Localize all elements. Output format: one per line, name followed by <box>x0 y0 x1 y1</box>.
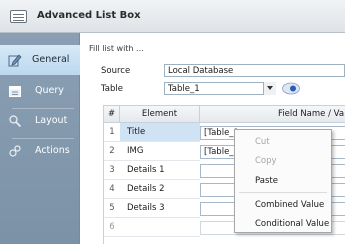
refresh-icon[interactable] <box>281 82 301 95</box>
column-header-element: Element <box>120 106 200 123</box>
row-element[interactable]: Title <box>120 123 200 142</box>
sidebar-item-label: Query <box>35 85 64 96</box>
menu-separator <box>239 192 327 193</box>
magnifier-icon <box>9 115 22 128</box>
source-label: Source <box>101 66 131 76</box>
row-element[interactable]: Details 3 <box>120 199 200 218</box>
chevron-down-icon[interactable] <box>263 82 276 95</box>
menu-item-copy[interactable]: Copy <box>255 156 277 166</box>
row-number: 5 <box>104 199 120 218</box>
row-number: 3 <box>104 161 120 180</box>
row-number: 4 <box>104 180 120 199</box>
sidebar: General Query Layout Actions <box>0 33 80 244</box>
row-element[interactable]: Details 1 <box>120 161 200 180</box>
source-field[interactable]: Local Database <box>164 64 345 77</box>
calendar-icon <box>9 86 21 97</box>
window-title: Advanced List Box <box>37 10 141 21</box>
sidebar-item-general[interactable]: General <box>0 45 80 75</box>
sidebar-item-label: Layout <box>35 115 68 126</box>
table-select[interactable]: Table_1 <box>164 82 276 95</box>
table-select-value: Table_1 <box>168 84 200 94</box>
context-menu: Cut Copy Paste Combined Value Conditiona… <box>234 129 332 233</box>
list-box-icon <box>10 10 27 23</box>
section-title: Fill list with ... <box>89 44 144 53</box>
menu-item-cut[interactable]: Cut <box>255 137 270 147</box>
sidebar-item-label: Actions <box>35 145 70 156</box>
menu-item-paste[interactable]: Paste <box>255 176 278 186</box>
pencil-icon <box>8 54 22 67</box>
sidebar-item-query[interactable]: Query <box>0 76 80 106</box>
sidebar-item-layout[interactable]: Layout <box>0 106 80 136</box>
row-number: 2 <box>104 142 120 161</box>
row-element[interactable]: IMG <box>120 142 200 161</box>
row-number: 1 <box>104 123 120 142</box>
title-bar: Advanced List Box <box>0 0 345 33</box>
menu-item-conditional-value[interactable]: Conditional Value <box>255 219 329 229</box>
gear-link-icon <box>9 145 21 157</box>
column-header-field: Field Name / Va <box>200 106 345 123</box>
table-label: Table <box>101 84 123 94</box>
row-number: 6 <box>104 218 120 237</box>
row-element[interactable] <box>120 218 200 237</box>
menu-item-combined-value[interactable]: Combined Value <box>255 200 324 210</box>
sidebar-item-actions[interactable]: Actions <box>0 136 80 166</box>
column-header-num: # <box>104 106 120 123</box>
sidebar-item-label: General <box>32 54 70 65</box>
row-element[interactable]: Details 2 <box>120 180 200 199</box>
